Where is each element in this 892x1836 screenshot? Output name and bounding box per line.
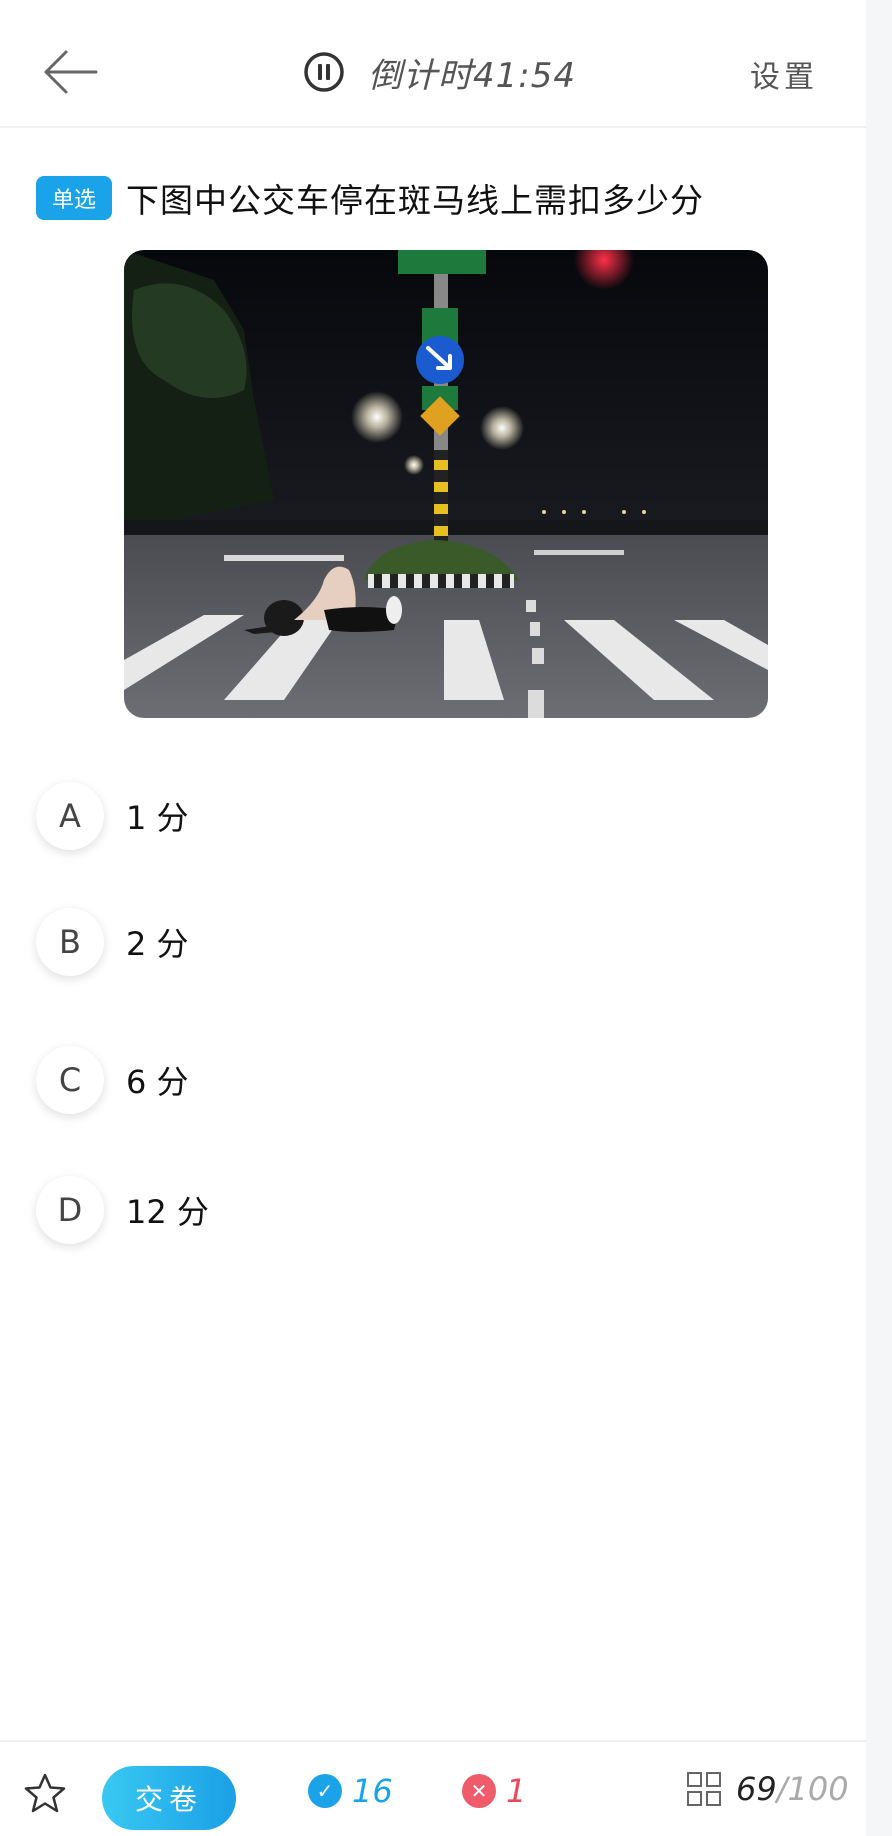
progress-current: 69 xyxy=(736,1770,777,1808)
question-progress[interactable]: 69 / 100 xyxy=(686,1770,849,1808)
option-letter: C xyxy=(36,1046,104,1114)
correct-count-value: 16 xyxy=(352,1772,393,1810)
pause-icon[interactable] xyxy=(302,50,346,94)
top-bar: 倒计时41:54 设置 xyxy=(0,0,866,128)
option-d[interactable]: D 12 分 xyxy=(36,1176,209,1244)
option-c[interactable]: C 6 分 xyxy=(36,1046,189,1114)
wrong-count: ✕ 1 xyxy=(462,1772,526,1810)
option-letter: A xyxy=(36,782,104,850)
correct-count: ✓ 16 xyxy=(308,1772,393,1810)
bottom-toolbar: 交卷 ✓ 16 ✕ 1 69 / 100 xyxy=(0,1740,866,1836)
question-type-badge: 单选 xyxy=(36,176,112,220)
timer-text: 倒计时41:54 xyxy=(368,55,576,96)
question-text: 下图中公交车停在斑马线上需扣多少分 xyxy=(126,181,704,220)
question-image xyxy=(124,250,768,718)
back-arrow-icon[interactable] xyxy=(40,44,100,100)
progress-total: 100 xyxy=(787,1770,849,1808)
right-edge-strip xyxy=(866,0,892,1836)
star-favorite-icon[interactable] xyxy=(24,1772,66,1814)
question-header: 单选 下图中公交车停在斑马线上需扣多少分 xyxy=(36,174,704,222)
option-b[interactable]: B 2 分 xyxy=(36,908,189,976)
grid-icon xyxy=(687,1772,721,1806)
option-text: 6 分 xyxy=(126,1063,189,1101)
progress-separator: / xyxy=(776,1770,788,1808)
cross-icon: ✕ xyxy=(462,1774,496,1808)
option-a[interactable]: A 1 分 xyxy=(36,782,189,850)
countdown-timer[interactable]: 倒计时41:54 xyxy=(302,46,576,98)
wrong-count-value: 1 xyxy=(506,1772,527,1810)
option-text: 1 分 xyxy=(126,799,189,837)
option-letter: D xyxy=(36,1176,104,1244)
check-icon: ✓ xyxy=(308,1774,342,1808)
option-letter: B xyxy=(36,908,104,976)
submit-exam-button[interactable]: 交卷 xyxy=(102,1766,236,1830)
option-text: 2 分 xyxy=(126,925,189,963)
settings-button[interactable]: 设置 xyxy=(750,52,818,96)
option-text: 12 分 xyxy=(126,1193,209,1231)
